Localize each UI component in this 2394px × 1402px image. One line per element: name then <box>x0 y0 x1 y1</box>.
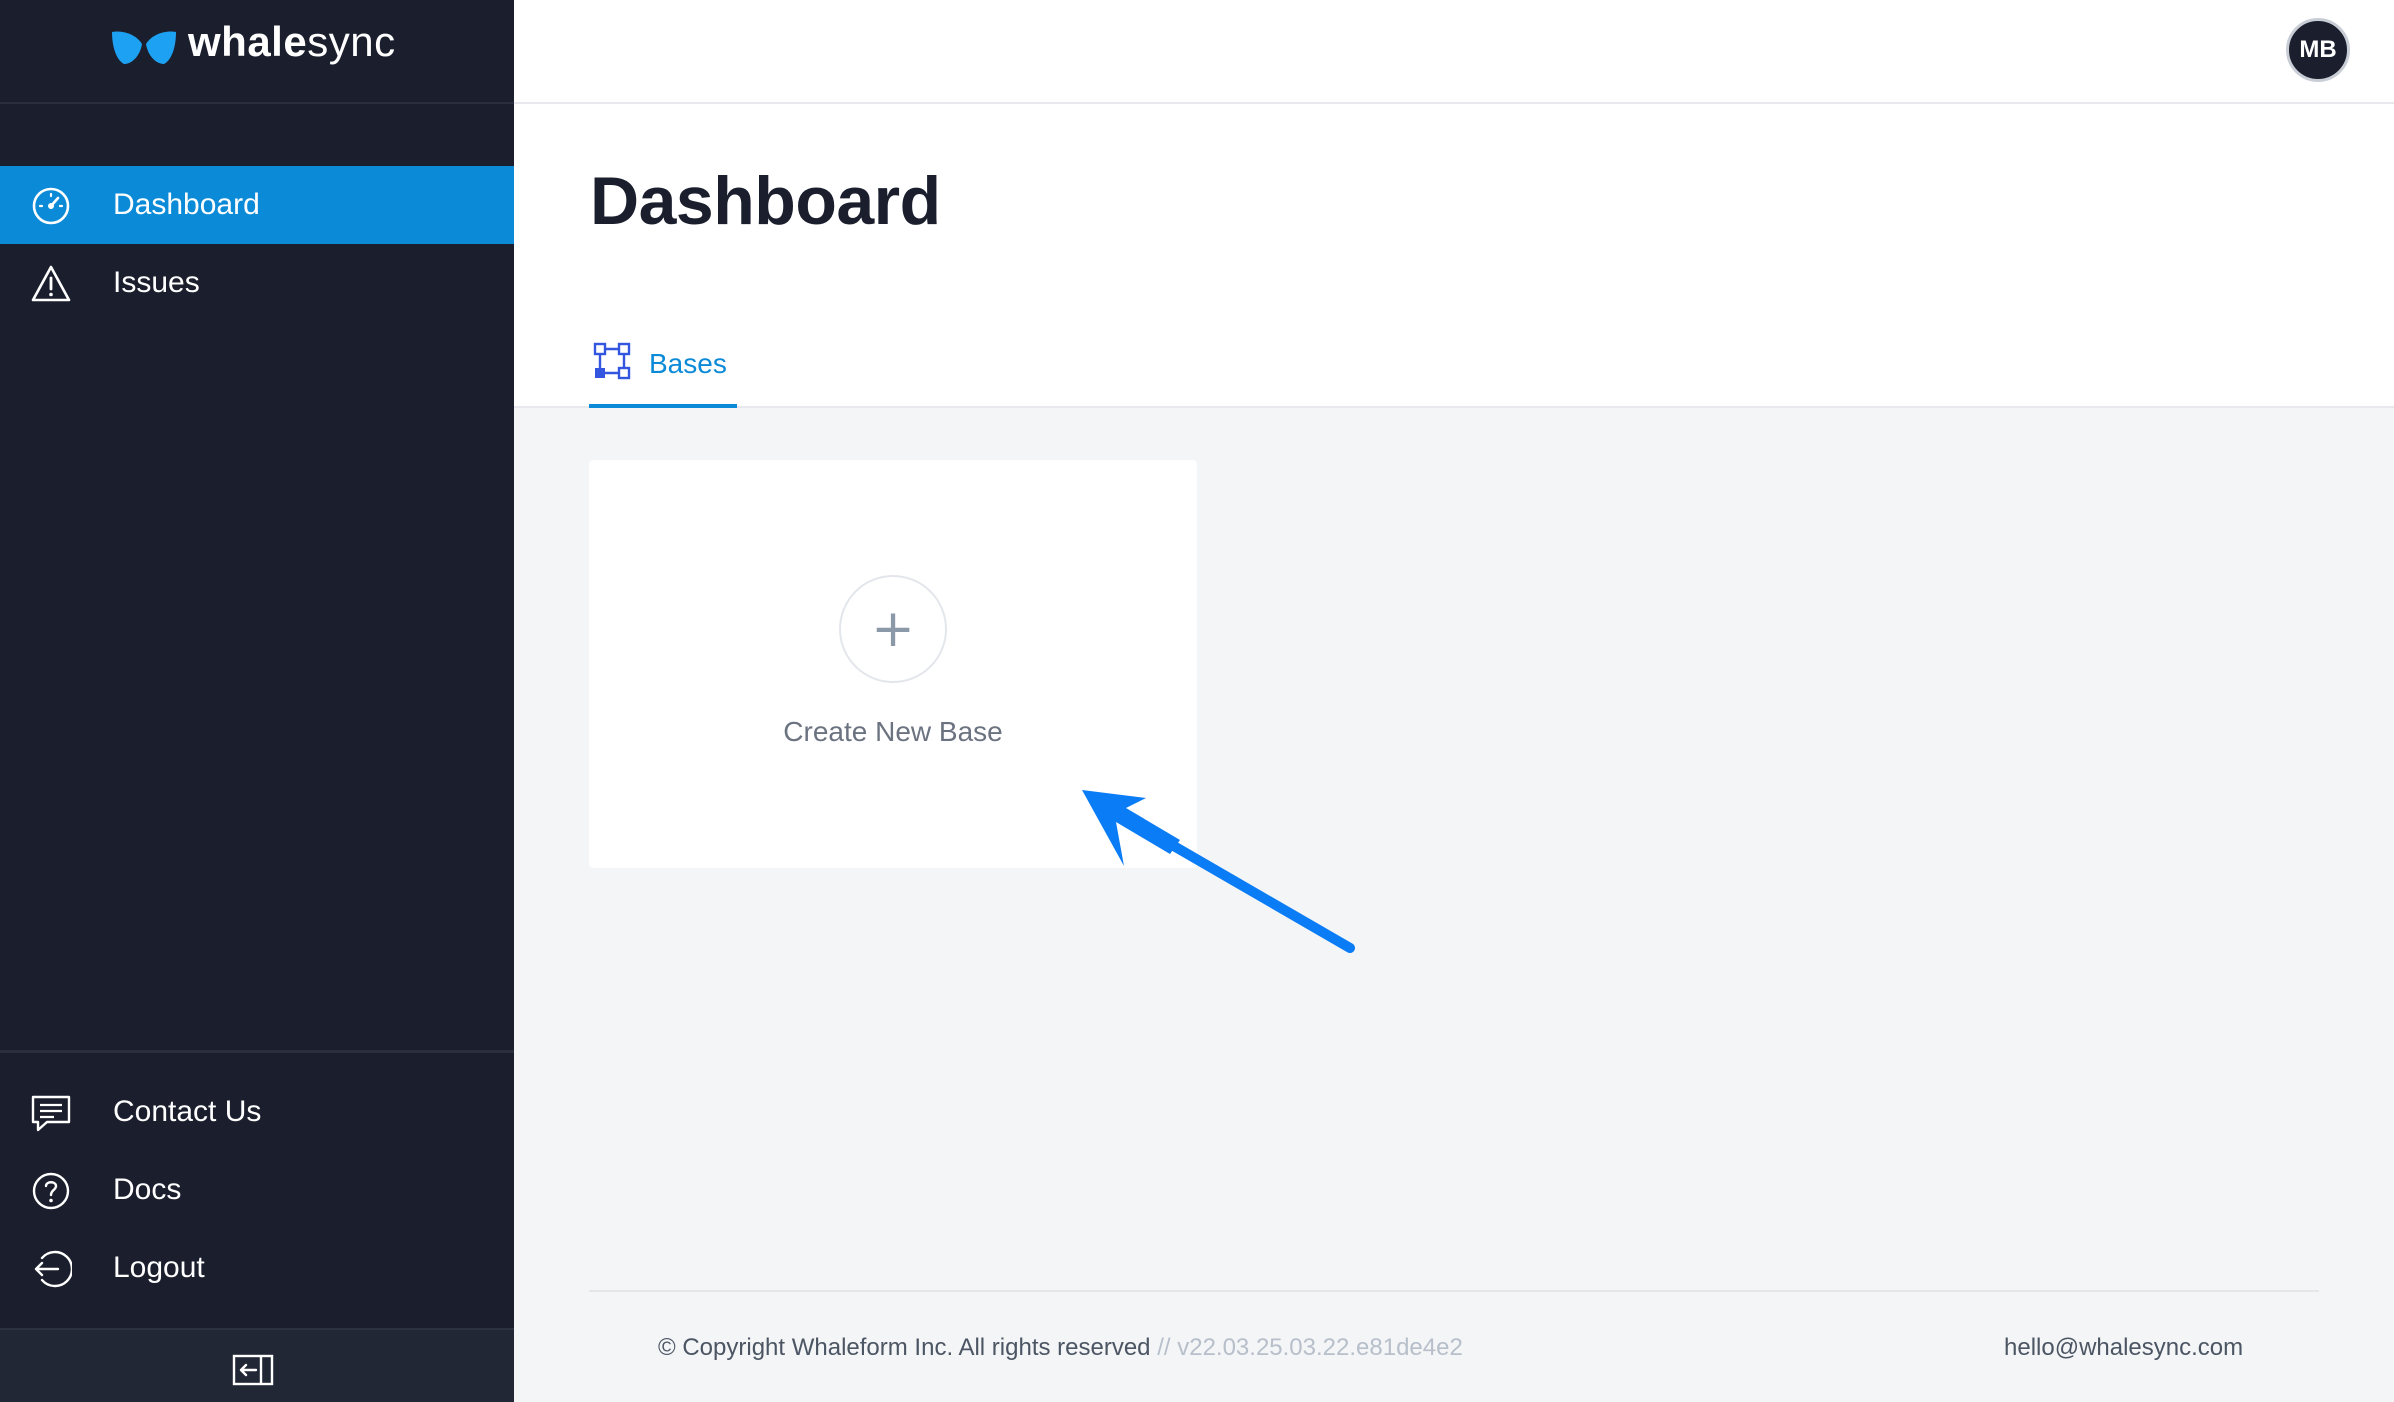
bases-icon <box>593 342 631 380</box>
brand[interactable]: whalesync <box>0 0 514 104</box>
sidebar-collapse-bar[interactable] <box>0 1328 514 1402</box>
sidebar-item-logout[interactable]: Logout <box>0 1229 514 1307</box>
logout-icon <box>34 1250 72 1288</box>
chat-icon <box>31 1095 71 1132</box>
sidebar-item-label: Issues <box>113 266 200 299</box>
sidebar-item-docs[interactable]: Docs <box>0 1151 514 1229</box>
brand-name: whalesync <box>188 18 396 65</box>
create-new-base-label[interactable]: Create New Base <box>589 716 1197 748</box>
footer-divider <box>589 1290 2319 1292</box>
plus-icon: + <box>871 599 915 659</box>
arrow-annotation-icon <box>1082 790 1355 953</box>
footer-separator: // <box>1157 1334 1171 1361</box>
user-avatar[interactable]: MB <box>2286 18 2350 82</box>
sidebar-divider <box>0 1050 514 1053</box>
sidebar-item-contact-us[interactable]: Contact Us <box>0 1073 514 1151</box>
page-title: Dashboard <box>590 163 941 239</box>
warning-icon <box>31 265 71 302</box>
sidebar-item-dashboard[interactable]: Dashboard <box>0 166 514 244</box>
collapse-sidebar-icon[interactable] <box>232 1354 274 1386</box>
sidebar-item-label: Dashboard <box>113 188 260 221</box>
tab-label: Bases <box>649 348 727 379</box>
sidebar-item-label: Logout <box>113 1251 205 1284</box>
add-base-button[interactable]: + <box>839 575 947 683</box>
support-email-link[interactable]: hello@whalesync.com <box>2004 1334 2243 1362</box>
page-header <box>514 104 2394 408</box>
sidebar-item-label: Docs <box>113 1173 182 1206</box>
whale-tail-logo-icon <box>112 31 176 64</box>
tab-bases[interactable]: Bases <box>589 336 737 408</box>
sidebar: whalesync Dashboard Issues Contact Us Do… <box>0 0 514 1402</box>
copyright-text: © Copyright Whaleform Inc. All rights re… <box>658 1334 1151 1361</box>
gauge-icon <box>32 187 70 225</box>
footer-copyright: © Copyright Whaleform Inc. All rights re… <box>658 1334 1463 1362</box>
help-icon <box>32 1172 70 1210</box>
sidebar-item-issues[interactable]: Issues <box>0 244 514 322</box>
topbar <box>514 0 2394 104</box>
app-version: v22.03.25.03.22.e81de4e2 <box>1177 1334 1463 1361</box>
sidebar-item-label: Contact Us <box>113 1095 262 1128</box>
